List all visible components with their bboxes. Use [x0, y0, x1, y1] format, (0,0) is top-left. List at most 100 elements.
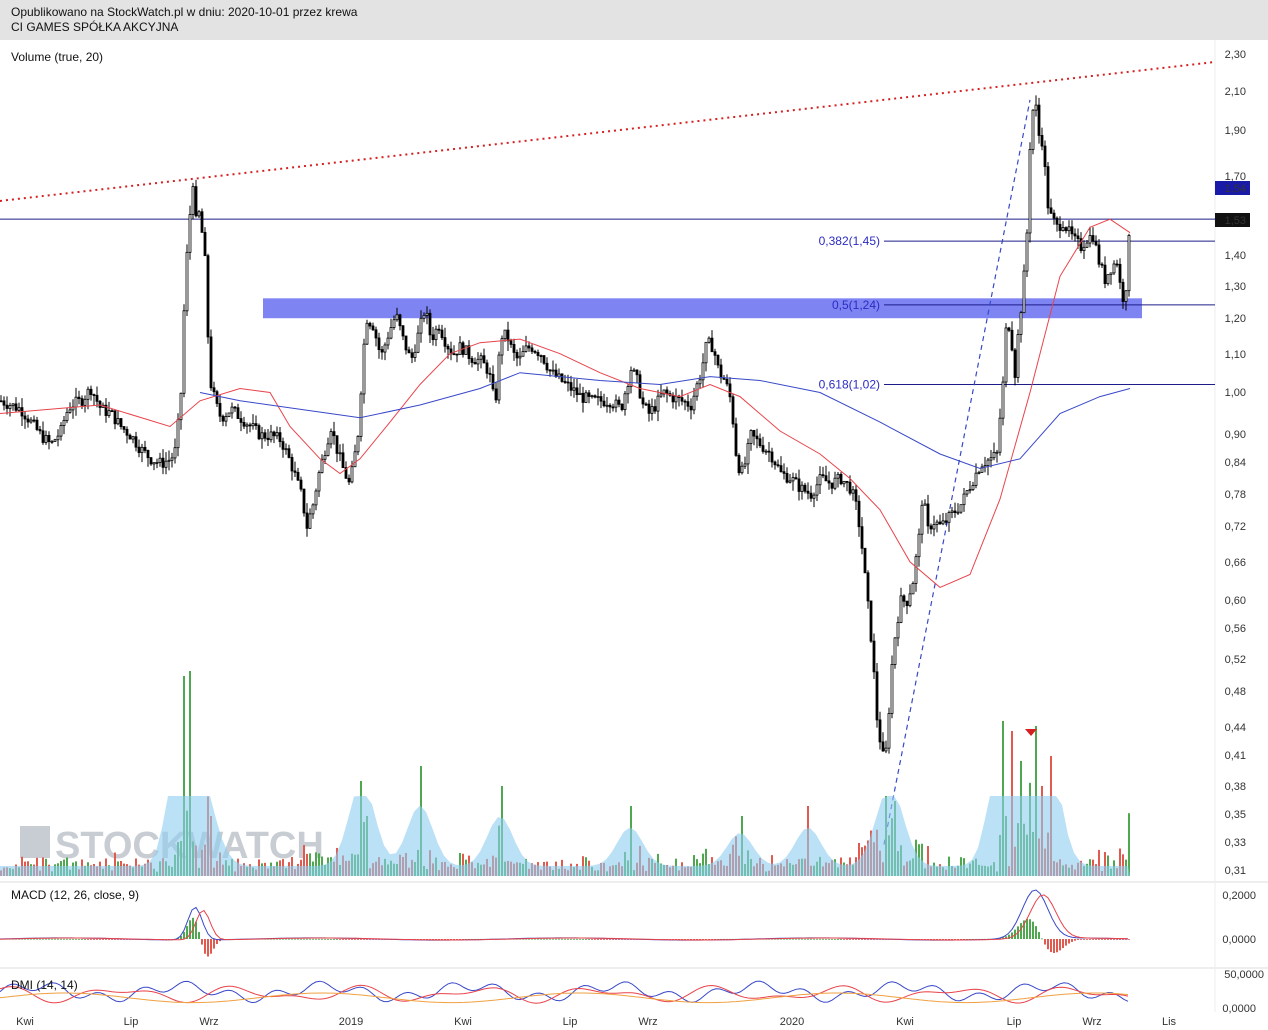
candle-body — [998, 417, 1002, 453]
candle-body — [254, 423, 258, 426]
candle-body — [245, 424, 249, 427]
macd-hist-bar — [1104, 939, 1106, 940]
macd-hist-bar — [108, 939, 110, 940]
candle-body — [608, 404, 612, 408]
macd-hist-bar — [822, 938, 824, 940]
candle-body — [1112, 263, 1116, 274]
candle-body — [2, 400, 6, 406]
candle-body — [1103, 264, 1107, 285]
candle-body — [134, 436, 138, 448]
candle-body — [128, 434, 132, 440]
macd-hist-bar — [540, 938, 542, 940]
candle-body — [755, 435, 759, 440]
candle-body — [947, 512, 951, 523]
candle-body — [1088, 235, 1092, 244]
candle-body — [524, 345, 528, 352]
macd-hist-bar — [858, 939, 860, 940]
macd-hist-bar — [84, 938, 86, 940]
dmi-y-tick: 0,0000 — [1222, 1003, 1256, 1015]
candle-body — [710, 337, 714, 353]
macd-hist-bar — [1080, 939, 1082, 940]
macd-hist-bar — [804, 938, 806, 940]
y-tick-label: 2,30 — [1225, 49, 1246, 61]
candle-body — [308, 513, 312, 529]
macd-hist-bar — [1035, 926, 1037, 939]
candle-body — [1013, 349, 1017, 378]
x-tick-label: 2019 — [339, 1016, 363, 1028]
candle-body — [824, 475, 828, 482]
candle-body — [26, 418, 30, 423]
candle-body — [221, 415, 225, 422]
candle-body — [707, 337, 711, 343]
macd-hist-bar — [792, 938, 794, 940]
candle-body — [638, 374, 642, 399]
candle-body — [830, 482, 834, 489]
candle-body — [239, 418, 243, 423]
y-tick-label: 0,48 — [1225, 686, 1246, 698]
macd-hist-bar — [567, 938, 569, 940]
candle-body — [446, 345, 450, 350]
candle-body — [269, 431, 273, 441]
macd-hist-bar — [315, 938, 317, 940]
macd-hist-bar — [63, 938, 65, 940]
candle-body — [386, 337, 390, 346]
candle-body — [767, 450, 771, 453]
price-marker-label: 1,53 — [1225, 215, 1246, 227]
candle-body — [260, 432, 264, 440]
candle-body — [68, 409, 72, 413]
candle-body — [143, 446, 147, 451]
y-tick-label: 1,10 — [1225, 349, 1246, 361]
candle-body — [272, 431, 276, 437]
macd-hist-bar — [801, 938, 803, 940]
y-tick-label: 0,90 — [1225, 429, 1246, 441]
trend-line-dashed — [883, 99, 1031, 845]
candle-body — [614, 399, 618, 408]
candle-body — [167, 459, 171, 462]
macd-hist-bar — [573, 938, 575, 940]
candle-body — [284, 448, 288, 451]
candle-body — [173, 447, 177, 459]
candle-body — [242, 421, 246, 427]
macd-hist-bar — [1101, 939, 1103, 940]
candle-body — [704, 341, 708, 364]
macd-hist-bar — [303, 938, 305, 940]
sma-short-line — [0, 218, 1131, 588]
macd-hist-bar — [357, 939, 359, 940]
y-tick-label: 1,20 — [1225, 313, 1246, 325]
candle-body — [1106, 274, 1110, 285]
candle-body — [725, 378, 729, 385]
fib-label: 0,5(1,24) — [832, 298, 880, 312]
candle-body — [434, 328, 438, 341]
macd-hist-bar — [72, 938, 74, 940]
candle-body — [365, 322, 369, 345]
candle-body — [1007, 327, 1011, 331]
x-tick-label: Lis — [1162, 1016, 1177, 1028]
candle-body — [1127, 234, 1131, 292]
macd-hist-bar — [210, 939, 212, 954]
macd-hist-bar — [342, 939, 344, 940]
candle-body — [80, 398, 84, 406]
macd-hist-bar — [549, 938, 551, 940]
macd-hist-bar — [861, 939, 863, 940]
candle-body — [938, 521, 942, 525]
candle-body — [353, 451, 357, 468]
candle-body — [728, 383, 732, 398]
candle-body — [929, 525, 933, 530]
candle-body — [455, 353, 459, 356]
candle-body — [671, 394, 675, 403]
candle-body — [1091, 235, 1095, 242]
macd-hist-bar — [1026, 918, 1028, 939]
candle-body — [110, 410, 114, 413]
macd-hist-bar — [609, 939, 611, 940]
candle-body — [680, 397, 684, 402]
candle-body — [515, 352, 519, 359]
candle-body — [899, 595, 903, 623]
y-tick-label: 2,10 — [1225, 86, 1246, 98]
candle-body — [665, 389, 669, 395]
macd-hist-bar — [585, 938, 587, 940]
candle-body — [332, 431, 336, 437]
candle-body — [1067, 226, 1071, 232]
candle-body — [158, 457, 162, 463]
macd-hist-bar — [600, 939, 602, 940]
macd-hist-bar — [345, 939, 347, 940]
